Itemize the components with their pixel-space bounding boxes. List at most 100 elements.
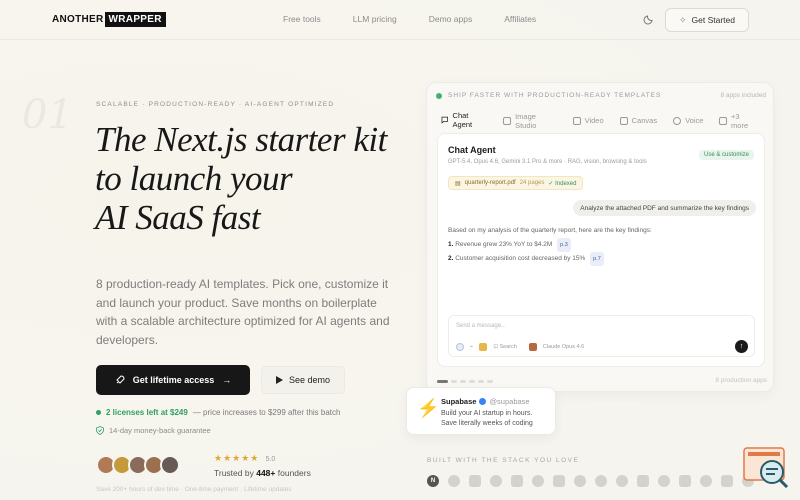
- trusted-by: Trusted by 448+ founders: [214, 468, 311, 478]
- hero-headline: The Next.js starter kit to launch your A…: [95, 120, 387, 237]
- file-icon: ▤: [455, 180, 461, 187]
- tab-label: +3 more: [731, 111, 749, 130]
- carousel-dot[interactable]: [487, 380, 493, 383]
- support-widget-icon[interactable]: [742, 446, 790, 488]
- carousel-dot[interactable]: [437, 380, 448, 383]
- carousel-dot[interactable]: [460, 380, 466, 383]
- carousel-dot[interactable]: [478, 380, 484, 383]
- typescript-icon: [469, 475, 481, 487]
- model-icon: [528, 343, 537, 351]
- rating-score: 5.0: [265, 456, 276, 463]
- brand-text-boxed: WRAPPER: [104, 12, 166, 27]
- grid-icon: [719, 116, 728, 125]
- get-started-button[interactable]: ✧ Get Started: [665, 8, 749, 32]
- top-nav: ANOTHER WRAPPER Free tools LLM pricing D…: [0, 0, 800, 40]
- carousel-dot[interactable]: [469, 380, 475, 383]
- hero-subtitle: 8 production-ready AI templates. Pick on…: [96, 277, 390, 347]
- model-selector[interactable]: Claude Opus 4.6: [543, 344, 584, 350]
- trusted-prefix: Trusted by: [214, 468, 254, 478]
- image-icon: [503, 116, 512, 125]
- stripe-icon: [511, 475, 523, 487]
- deepseek-icon: [721, 475, 733, 487]
- account-handle: @supabase: [489, 397, 530, 406]
- nav-link-free-tools[interactable]: Free tools: [283, 14, 321, 24]
- canvas-icon: [619, 116, 628, 125]
- resend-icon: [637, 475, 649, 487]
- answer-intro: Based on my analysis of the quarterly re…: [448, 227, 652, 234]
- see-demo-button[interactable]: See demo: [261, 366, 345, 394]
- user-message: Analyze the attached PDF and summarize t…: [573, 200, 756, 216]
- guarantee-note: 14-day money-back guarantee: [96, 426, 211, 435]
- stack-logos: N: [427, 475, 754, 487]
- item-text: Customer acquisition cost decreased by 1…: [455, 255, 586, 262]
- search-tool-label: Search: [499, 344, 517, 350]
- apps-included: 8 apps included: [720, 92, 766, 99]
- gemini-icon: [574, 475, 586, 487]
- attach-icon[interactable]: ⌁: [470, 344, 473, 350]
- stack-label: BUILT WITH THE STACK YOU LOVE: [427, 457, 580, 464]
- cloudflare-icon: [658, 475, 670, 487]
- send-button[interactable]: ↑: [735, 340, 748, 353]
- mic-icon: [673, 116, 682, 125]
- input-toolbar: ⌁ ⊡ Search Claude Opus 4.6: [456, 343, 584, 351]
- file-pages: 24 pages: [519, 180, 545, 186]
- message-input[interactable]: Send a message... ⌁ ⊡ Search Claude Opus…: [448, 315, 755, 357]
- item-number: 1.: [448, 241, 454, 248]
- hero-eyebrow: SCALABLE · PRODUCTION-READY · AI-AGENT O…: [96, 101, 335, 108]
- supabase-bolt-icon: ⚡: [417, 398, 440, 418]
- nav-link-affiliates[interactable]: Affiliates: [504, 14, 536, 24]
- tab-label: Chat Agent: [452, 111, 473, 129]
- chat-preview: Chat Agent GPT-5.4, Opus 4.6, Gemini 3.1…: [437, 133, 765, 367]
- tab-label: Canvas: [631, 116, 658, 125]
- brand-logo[interactable]: ANOTHER WRAPPER: [52, 12, 166, 27]
- brand-text: ANOTHER: [52, 14, 104, 25]
- openai-icon: [532, 475, 544, 487]
- search-tool[interactable]: ⊡ Search: [493, 344, 517, 350]
- react-icon: [448, 475, 460, 487]
- primary-cta-label: Get lifetime access: [132, 375, 215, 385]
- tab-label: Video: [584, 116, 604, 125]
- founder-avatars: [96, 455, 180, 475]
- nav-links: Free tools LLM pricing Demo apps Affilia…: [283, 14, 568, 24]
- get-lifetime-access-button[interactable]: Get lifetime access →: [96, 365, 250, 395]
- use-customize-badge[interactable]: Use & customize: [698, 150, 754, 160]
- rocket-icon: [116, 375, 125, 384]
- replicate-icon: [700, 475, 712, 487]
- aws-icon: [679, 475, 691, 487]
- nav-link-demo-apps[interactable]: Demo apps: [429, 14, 472, 24]
- carousel-dot[interactable]: [451, 380, 457, 383]
- tailwind-icon: [616, 475, 628, 487]
- file-name: quarterly-report.pdf: [464, 180, 516, 186]
- play-icon: [275, 376, 283, 384]
- price-increase-note: — price increases to $299 after this bat…: [192, 408, 341, 417]
- lightbulb-icon[interactable]: [479, 343, 488, 351]
- video-icon: [572, 116, 581, 125]
- assistant-answer: Based on my analysis of the quarterly re…: [448, 224, 748, 266]
- testimonial-line-2: Save literally weeks of coding: [441, 420, 533, 427]
- status-dot-icon: [96, 410, 101, 415]
- production-apps-count: 8 production apps: [715, 377, 767, 384]
- supabase-name: Supabase @supabase: [441, 397, 530, 406]
- supabase-testimonial: ⚡ Supabase @supabase Build your AI start…: [406, 387, 556, 435]
- carousel-dots: [437, 380, 493, 383]
- headline-line-3: AI SaaS fast: [95, 198, 261, 237]
- section-number: 01: [22, 92, 73, 138]
- item-number: 2.: [448, 255, 454, 262]
- guarantee-text: 14-day money-back guarantee: [109, 426, 211, 435]
- item-text: Revenue grew 23% YoY to $4.2M: [455, 241, 553, 248]
- arrow-up-icon: ↑: [739, 343, 744, 350]
- chat-icon: [441, 116, 448, 124]
- showcase-banner: SHIP FASTER WITH PRODUCTION-READY TEMPLA…: [436, 92, 766, 99]
- star-rating-icon: ★★★★★: [214, 453, 260, 463]
- attached-file-chip[interactable]: ▤ quarterly-report.pdf 24 pages ✓ Indexe…: [448, 176, 584, 190]
- citation-badge[interactable]: p.3: [557, 238, 571, 252]
- nav-link-llm-pricing[interactable]: LLM pricing: [353, 14, 397, 24]
- chat-models: GPT-5.4, Opus 4.6, Gemini 3.1 Pro & more…: [448, 159, 647, 165]
- footnote: Save 200+ hours of dev time · One-time p…: [96, 486, 292, 493]
- sparkle-icon: ✧: [678, 14, 687, 25]
- globe-icon[interactable]: [456, 343, 464, 351]
- moon-icon[interactable]: [643, 13, 655, 25]
- file-status: ✓ Indexed: [548, 180, 577, 187]
- citation-badge[interactable]: p.7: [590, 252, 604, 266]
- tab-label: Voice: [685, 116, 704, 125]
